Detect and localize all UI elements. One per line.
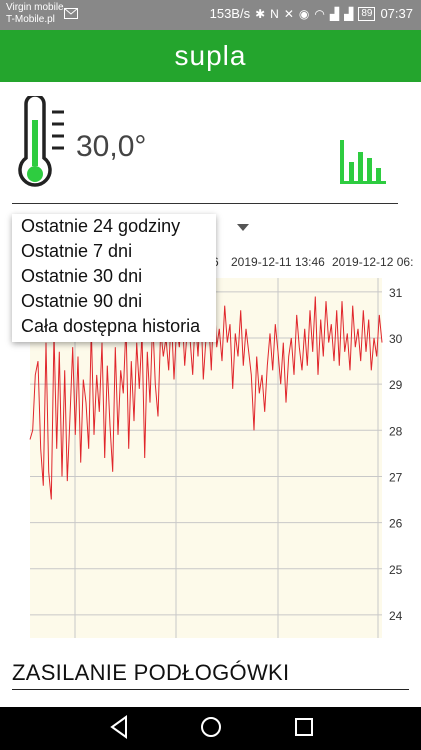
bluetooth-icon: ✱ xyxy=(255,6,266,21)
y-tick-label: 28 xyxy=(389,424,403,438)
eye-icon: ◉ xyxy=(298,6,310,21)
mute-icon: ✕ xyxy=(283,6,294,21)
network-speed: 153B/s xyxy=(209,6,251,21)
header-divider xyxy=(12,203,398,204)
x-tick-label: 2019-12-11 13:46 xyxy=(231,255,325,269)
y-tick-label: 29 xyxy=(389,378,403,392)
y-tick-label: 26 xyxy=(389,517,403,531)
section-divider xyxy=(12,689,409,690)
range-option-all[interactable]: Cała dostępna historia xyxy=(12,314,216,339)
y-tick-label: 24 xyxy=(389,609,403,623)
temperature-value: 30,0° xyxy=(76,130,147,163)
navigation-bar xyxy=(0,707,421,750)
chart-icon[interactable] xyxy=(336,140,388,186)
range-dropdown-menu: Ostatnie 24 godziny Ostatnie 7 dni Ostat… xyxy=(12,214,216,342)
range-option-30d[interactable]: Ostatnie 30 dni xyxy=(12,264,216,289)
app-bar: supla xyxy=(0,30,421,82)
recents-icon[interactable] xyxy=(293,715,315,739)
range-option-90d[interactable]: Ostatnie 90 dni xyxy=(12,289,216,314)
y-tick-label: 31 xyxy=(389,286,403,300)
y-tick-label: 30 xyxy=(389,332,403,346)
clock: 07:37 xyxy=(380,6,413,21)
nfc-icon: N xyxy=(270,6,279,21)
y-tick-label: 27 xyxy=(389,470,403,484)
battery-icon: 89 xyxy=(358,6,376,21)
signal-icon: ▟ xyxy=(329,6,340,21)
home-icon[interactable] xyxy=(199,715,223,739)
signal-icon-secondary: ▟ xyxy=(344,6,354,21)
range-option-7d[interactable]: Ostatnie 7 dni xyxy=(12,239,216,264)
x-tick-label: 2019-12-12 06: xyxy=(332,255,413,269)
wifi-icon: ◠ xyxy=(314,6,325,21)
range-option-24h[interactable]: Ostatnie 24 godziny xyxy=(12,214,216,239)
status-bar: Virgin mobile T-Mobile.pl 153B/s ✱ N ✕ ◉… xyxy=(0,0,421,30)
section-title: ZASILANIE PODŁOGÓWKI xyxy=(12,660,290,685)
thermometer-icon xyxy=(18,96,64,187)
app-title: supla xyxy=(174,40,247,71)
chevron-down-icon[interactable] xyxy=(237,224,249,231)
back-icon[interactable] xyxy=(108,715,130,739)
carrier-name-secondary: T-Mobile.pl xyxy=(6,14,55,25)
y-tick-label: 25 xyxy=(389,563,403,577)
carrier-name: Virgin mobile xyxy=(6,2,64,13)
mail-icon xyxy=(64,8,78,19)
